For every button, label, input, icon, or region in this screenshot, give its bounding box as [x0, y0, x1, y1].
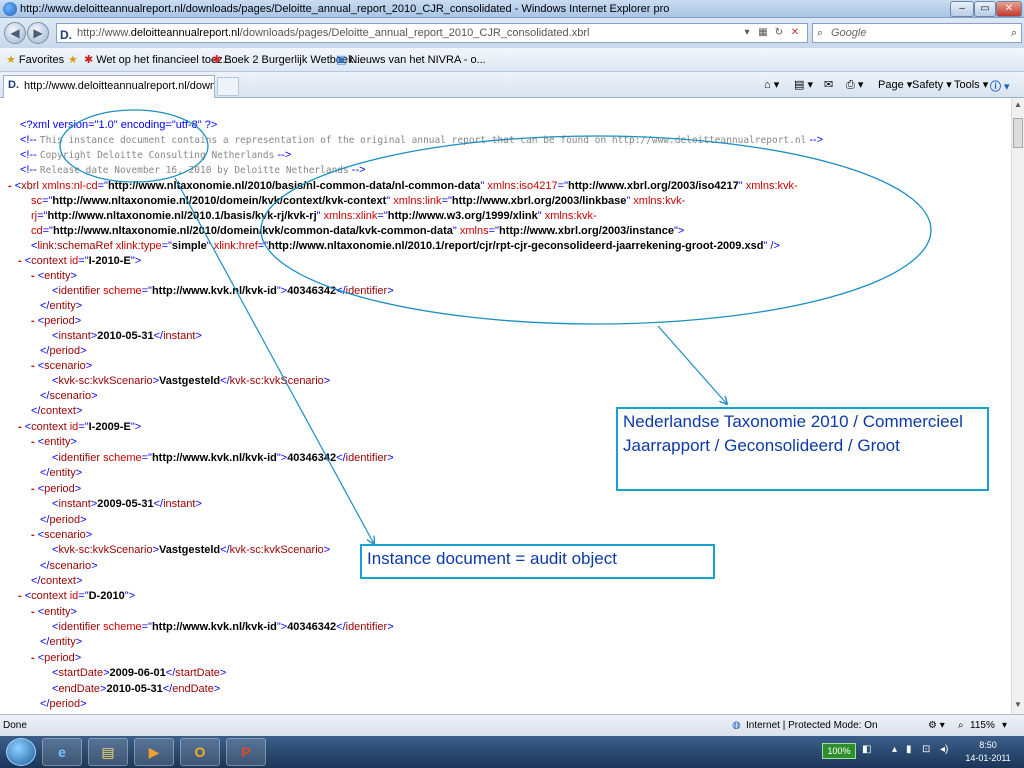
feeds-icon[interactable]: ▤ ▾ — [794, 78, 813, 91]
forward-button[interactable]: ▶ — [27, 22, 49, 44]
maximize-button[interactable]: ▭ — [974, 1, 996, 17]
instance-callout: Instance document = audit object — [360, 544, 715, 579]
home-icon[interactable]: ⌂ ▾ — [764, 78, 779, 91]
powerpoint-taskbar-icon[interactable]: P — [226, 738, 266, 766]
arrow-to-instance-callout — [174, 177, 374, 544]
safety-menu[interactable]: Safety ▾ — [912, 78, 952, 91]
explorer-taskbar-icon[interactable]: ▤ — [88, 738, 128, 766]
arrow-to-taxonomy-callout — [657, 325, 727, 404]
address-bar: ◀ ▶ D. http://www.deloitteannualreport.n… — [0, 18, 1024, 48]
protected-mode-icon[interactable]: ⚙ ▾ — [928, 720, 945, 731]
window-title: http://www.deloitteannualreport.nl/downl… — [20, 3, 670, 15]
close-button[interactable]: ✕ — [996, 1, 1022, 17]
dropdown-icon[interactable]: ▾ — [739, 25, 755, 41]
taskbar: e ▤ ▶ O P 100% ◧ ▴ ▮ ⊡ ◂) 8:50 14-01-201… — [0, 736, 1024, 768]
favorite-link[interactable]: ▣ Nieuws van het NIVRA - o... — [336, 53, 486, 66]
start-button[interactable] — [6, 738, 36, 766]
compatibility-icon[interactable]: ▦ — [755, 25, 771, 41]
tab-bar: D. http://www.deloitteannualreport.nl/do… — [0, 72, 1024, 98]
page-icon: ▣ — [336, 54, 347, 66]
volume-icon[interactable]: ◂) — [940, 744, 948, 755]
tray-icon[interactable]: ◧ — [862, 744, 871, 755]
title-bar: http://www.deloitteannualreport.nl/downl… — [0, 0, 1024, 18]
media-player-taskbar-icon[interactable]: ▶ — [134, 738, 174, 766]
status-text: Done — [3, 720, 27, 731]
show-hidden-icons[interactable]: ▴ — [892, 744, 897, 755]
battery-indicator[interactable]: 100% — [822, 743, 856, 759]
add-favorite-icon[interactable]: ★ — [68, 53, 81, 66]
minimize-button[interactable]: – — [950, 1, 974, 17]
globe-icon: ◍ — [732, 720, 741, 731]
favorites-bar: ★ Favorites ★ ✱ Wet op het financieel toez… — [0, 48, 1024, 72]
tab-title: http://www.deloitteannualreport.nl/downl… — [24, 80, 215, 92]
vertical-scrollbar[interactable]: ▲ ▼ — [1011, 98, 1024, 714]
tab-active[interactable]: D. http://www.deloitteannualreport.nl/do… — [3, 75, 215, 98]
clock-time: 8:50 — [979, 740, 997, 750]
site-favicon: D. — [60, 28, 72, 42]
highlight-ellipse-xml-header — [59, 109, 209, 183]
status-bar: Done ◍ Internet | Protected Mode: On ⚙ ▾… — [0, 714, 1024, 736]
outlook-taskbar-icon[interactable]: O — [180, 738, 220, 766]
tools-menu[interactable]: Tools ▾ — [954, 78, 988, 91]
taxonomy-callout: Nederlandse Taxonomie 2010 / Commercieel… — [616, 407, 989, 491]
scroll-down-icon[interactable]: ▼ — [1014, 700, 1022, 709]
clock[interactable]: 8:50 14-01-2011 — [960, 739, 1016, 765]
power-icon[interactable]: ▮ — [906, 744, 912, 755]
clock-date: 14-01-2011 — [965, 753, 1011, 763]
url-path: /downloads/pages/Deloitte_annual_report_… — [239, 27, 590, 39]
page-menu[interactable]: Page ▾ — [878, 78, 912, 91]
security-zone[interactable]: Internet | Protected Mode: On — [746, 720, 878, 731]
ie-taskbar-icon[interactable]: e — [42, 738, 82, 766]
scroll-thumb[interactable] — [1013, 118, 1023, 148]
url-domain: deloitteannualreport.nl — [130, 27, 240, 39]
highlight-ellipse-namespaces — [260, 135, 932, 325]
zoom-level[interactable]: 115% — [970, 720, 995, 731]
search-placeholder: Google — [831, 27, 867, 39]
deloitte-icon: ✱ — [84, 54, 94, 66]
tab-favicon: D. — [8, 79, 19, 91]
scroll-up-icon[interactable]: ▲ — [1014, 100, 1022, 109]
mail-icon[interactable]: ✉ — [824, 78, 833, 91]
help-icon[interactable]: ⓘ ▾ — [990, 78, 1010, 94]
print-icon[interactable]: ⎙ ▾ — [846, 78, 863, 92]
zoom-icon: ⌕ — [958, 720, 964, 731]
new-tab-button[interactable] — [217, 77, 239, 96]
zoom-dropdown-icon[interactable]: ▾ — [1002, 720, 1007, 731]
network-icon[interactable]: ⊡ — [922, 744, 930, 755]
url-input[interactable]: D. http://www.deloitteannualreport.nl/do… — [56, 23, 808, 43]
search-input[interactable]: ⌕ Google ⌕ — [812, 23, 1022, 43]
star-icon: ★ — [6, 54, 16, 66]
annotation-overlay — [59, 109, 932, 714]
deloitte-icon: ✱ — [212, 54, 222, 66]
stop-icon[interactable]: ✕ — [787, 25, 803, 41]
url-prefix: http://www. — [77, 27, 131, 39]
internet-explorer-icon — [3, 2, 17, 16]
favorite-link[interactable]: ✱ Wet op het financieel toez... — [84, 53, 232, 66]
search-icon[interactable]: ⌕ — [1011, 24, 1017, 42]
search-provider-icon: ⌕ — [817, 27, 824, 39]
back-button[interactable]: ◀ — [4, 22, 26, 44]
favorites-button[interactable]: ★ Favorites — [6, 53, 64, 66]
document-content: <?xml version="1.0" encoding="utf-8" ?> … — [0, 98, 1011, 714]
refresh-icon[interactable]: ↻ — [771, 25, 787, 41]
